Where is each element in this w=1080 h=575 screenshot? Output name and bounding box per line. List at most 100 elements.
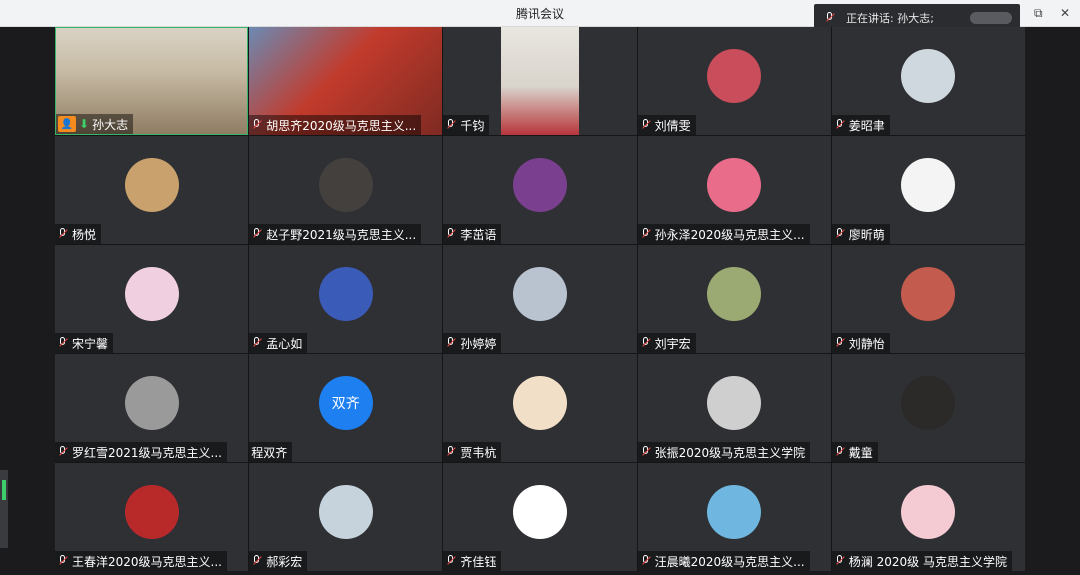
muted-mic-icon [445, 228, 457, 240]
participant-avatar [124, 484, 179, 539]
participant-tile[interactable]: 贾韦杭 [443, 354, 637, 462]
participant-name-label: 郝彩宏 [249, 551, 308, 571]
participant-name-label: 👤 ⬇ 孙大志 [56, 114, 134, 134]
muted-mic-icon [824, 12, 836, 24]
participant-tile[interactable]: 戴童 [831, 354, 1025, 462]
muted-mic-icon [445, 119, 457, 131]
participant-name-label: 罗红雪2021级马克思主义... [55, 442, 227, 462]
participant-name: 戴童 [848, 445, 873, 460]
participant-tile[interactable]: 赵子野2021级马克思主义... [249, 136, 443, 244]
participant-avatar [707, 48, 762, 103]
participant-tile[interactable]: 杨澜 2020级 马克思主义学院 [831, 463, 1025, 571]
participant-name-label: 王春洋2020级马克思主义... [55, 551, 227, 571]
muted-mic-icon [834, 228, 846, 240]
participant-avatar [318, 157, 373, 212]
participant-name: 赵子野2021级马克思主义... [266, 227, 417, 242]
participant-tile[interactable]: 千钧 [443, 27, 637, 135]
muted-mic-icon [640, 337, 652, 349]
participant-name: 胡思齐2020级马克思主义... [266, 118, 417, 133]
participant-name-label: 宋宁馨 [55, 333, 114, 353]
participant-name-label: 戴童 [831, 442, 878, 462]
participant-tile[interactable]: 罗红雪2021级马克思主义... [55, 354, 249, 462]
muted-mic-icon [251, 555, 263, 567]
participant-name: 孙永泽2020级马克思主义... [654, 227, 805, 242]
speaking-text: 正在讲话: 孙大志; [846, 12, 934, 25]
participant-name-label: 李茁语 [443, 224, 502, 244]
participant-tile[interactable]: 双齐 程双齐 [249, 354, 443, 462]
participant-tile[interactable]: 李茁语 [443, 136, 637, 244]
muted-mic-icon [640, 446, 652, 458]
participant-name: 郝彩宏 [266, 554, 303, 569]
participant-name-label: 齐佳钰 [443, 551, 502, 571]
muted-mic-icon [445, 446, 457, 458]
participant-name: 刘静怡 [848, 336, 885, 351]
host-icon: 👤 [58, 116, 76, 132]
participant-name: 张振2020级马克思主义学院 [654, 445, 806, 460]
participant-avatar [124, 157, 179, 212]
participant-avatar [512, 157, 567, 212]
participant-tile[interactable]: 廖昕萌 [831, 136, 1025, 244]
participant-name-label: 贾韦杭 [443, 442, 502, 462]
side-handle[interactable] [0, 470, 8, 548]
participant-tile[interactable]: 杨悦 [55, 136, 249, 244]
participant-name-label: 刘静怡 [831, 333, 890, 353]
participant-name-label: 胡思齐2020级马克思主义... [249, 115, 422, 135]
participant-avatar [512, 375, 567, 430]
participant-video [501, 27, 579, 135]
participant-tile[interactable]: 胡思齐2020级马克思主义... [249, 27, 443, 135]
muted-mic-icon [57, 555, 69, 567]
muted-mic-icon [251, 119, 263, 131]
restore-icon[interactable]: ⧉ [1034, 6, 1043, 21]
participant-avatar [707, 484, 762, 539]
muted-mic-icon [445, 555, 457, 567]
participant-avatar [707, 375, 762, 430]
close-icon[interactable]: ✕ [1060, 6, 1070, 20]
participant-avatar [901, 266, 956, 321]
participant-tile[interactable]: 刘倩雯 [637, 27, 831, 135]
participant-avatar [124, 266, 179, 321]
participant-tile[interactable]: 孙永泽2020级马克思主义... [637, 136, 831, 244]
muted-mic-icon [640, 119, 652, 131]
participant-tile[interactable]: 汪晨曦2020级马克思主义... [637, 463, 831, 571]
participant-avatar [707, 157, 762, 212]
participant-name-label: 赵子野2021级马克思主义... [249, 224, 422, 244]
participant-name-label: 姜昭聿 [831, 115, 890, 135]
participant-name: 贾韦杭 [460, 445, 497, 460]
participant-tile[interactable]: 王春洋2020级马克思主义... [55, 463, 249, 571]
participant-name: 孙大志 [92, 117, 129, 132]
participant-name: 杨悦 [72, 227, 97, 242]
participant-tile[interactable]: 孙婷婷 [443, 245, 637, 353]
muted-mic-icon [57, 446, 69, 458]
participant-name-label: 刘倩雯 [637, 115, 696, 135]
participant-avatar [512, 484, 567, 539]
participant-tile[interactable]: 孟心如 [249, 245, 443, 353]
participant-tile[interactable]: 张振2020级马克思主义学院 [637, 354, 831, 462]
participant-tile[interactable]: 👤 ⬇ 孙大志 [55, 27, 249, 135]
participant-tile[interactable]: 姜昭聿 [831, 27, 1025, 135]
participant-name: 孟心如 [266, 336, 303, 351]
participant-name: 廖昕萌 [848, 227, 885, 242]
muted-mic-icon [834, 555, 846, 567]
video-grid: 👤 ⬇ 孙大志 胡思齐2020级马克思主义... 千钧 刘倩雯 姜昭聿杨悦 赵子野2021级马… [55, 27, 1025, 571]
participant-name: 李茁语 [460, 227, 497, 242]
participant-tile[interactable]: 宋宁馨 [55, 245, 249, 353]
participant-name: 罗红雪2021级马克思主义... [72, 445, 222, 460]
participant-avatar [901, 157, 956, 212]
muted-mic-icon [834, 446, 846, 458]
participant-tile[interactable]: 刘静怡 [831, 245, 1025, 353]
muted-mic-icon [834, 119, 846, 131]
muted-mic-icon [57, 228, 69, 240]
participant-name-label: 孙永泽2020级马克思主义... [637, 224, 810, 244]
participant-name: 孙婷婷 [460, 336, 497, 351]
participant-tile[interactable]: 郝彩宏 [249, 463, 443, 571]
participant-tile[interactable]: 齐佳钰 [443, 463, 637, 571]
participant-name-label: 廖昕萌 [831, 224, 890, 244]
participant-avatar: 双齐 [318, 375, 373, 430]
participant-name-label: 张振2020级马克思主义学院 [637, 442, 811, 462]
participant-avatar [901, 484, 956, 539]
participant-tile[interactable]: 刘宇宏 [637, 245, 831, 353]
speaking-arrow-icon: ⬇ [79, 117, 90, 131]
participant-name-label: 孙婷婷 [443, 333, 502, 353]
participant-name: 齐佳钰 [460, 554, 497, 569]
participant-name-label: 杨澜 2020级 马克思主义学院 [831, 551, 1012, 571]
